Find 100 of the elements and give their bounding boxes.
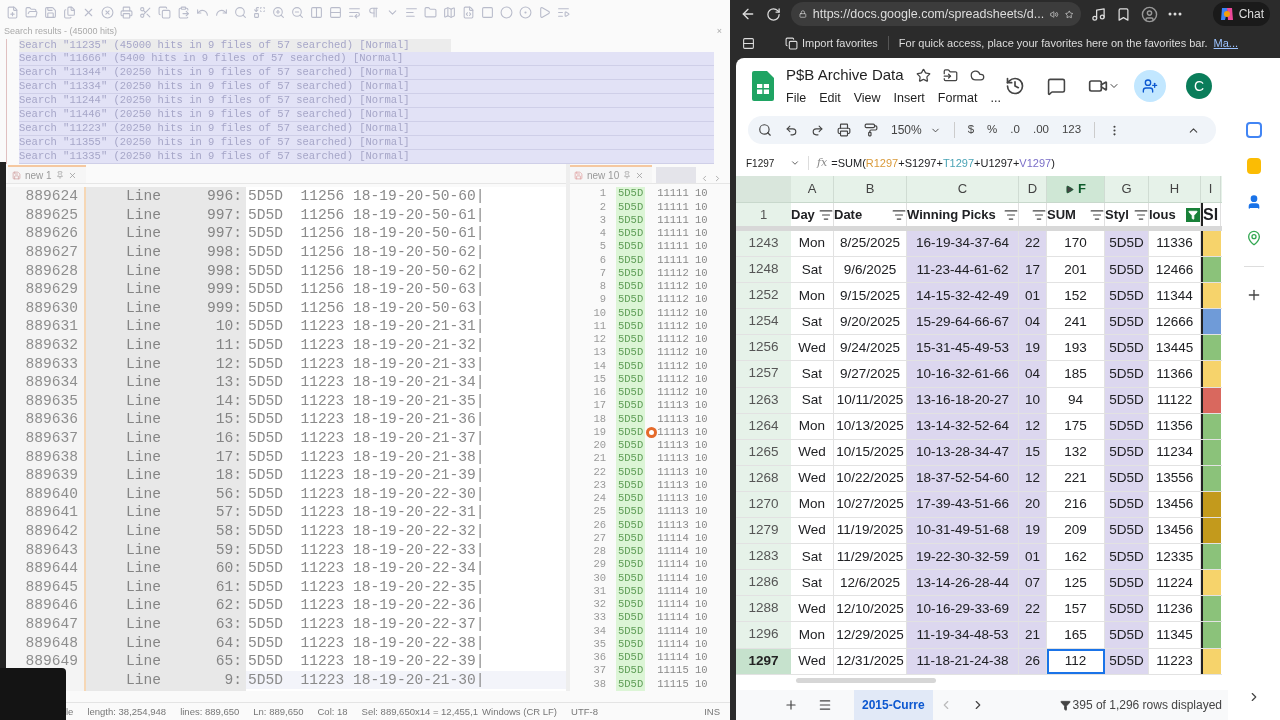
scroll-left-icon[interactable] bbox=[700, 174, 709, 184]
rows-displayed: 395 of 1,296 rows displayed bbox=[1072, 697, 1222, 714]
column-header[interactable]: A bbox=[791, 176, 834, 202]
calendar-icon[interactable] bbox=[1246, 122, 1262, 138]
menu-item[interactable]: Edit bbox=[819, 88, 841, 108]
format-button[interactable]: .00 bbox=[1032, 121, 1049, 139]
manage-link[interactable]: Ma... bbox=[1213, 34, 1239, 52]
table-row[interactable]: 1248 Sat 9/6/2025 11-23-44-61-62 17 201 5D5D 12466 bbox=[736, 257, 1222, 284]
spreadsheet-logo[interactable] bbox=[752, 71, 774, 101]
filter-icon[interactable] bbox=[819, 207, 833, 222]
status-text: Col: 18 bbox=[317, 704, 348, 719]
chat-button[interactable]: Chat bbox=[1212, 2, 1270, 26]
table-cell-text: Mon bbox=[798, 417, 826, 436]
sheet-tab[interactable]: 2015-Curre bbox=[854, 690, 933, 720]
line-ref: 999: bbox=[206, 280, 243, 299]
line-text: 5D5D 11223 18-19-20-22-31| bbox=[248, 504, 485, 521]
menu-item[interactable]: File bbox=[786, 88, 807, 108]
document-title[interactable]: P$B Archive Data bbox=[786, 64, 904, 87]
table-cell-text: 13556 bbox=[1155, 469, 1194, 488]
menu-item[interactable]: ... bbox=[990, 88, 1001, 108]
table-row[interactable]: 1254 Sat 9/20/2025 15-29-64-66-67 04 241 5D5D 12666 bbox=[736, 309, 1222, 336]
line-number: 889644 bbox=[24, 559, 78, 578]
function-label: fx bbox=[817, 154, 828, 171]
format-button[interactable]: % bbox=[987, 121, 998, 139]
table-row[interactable]: 1288 Wed 12/10/2025 10-16-29-33-69 22 157 5D5D 11236 bbox=[736, 596, 1222, 623]
line-label: Line bbox=[126, 261, 162, 281]
add-icon[interactable] bbox=[1246, 287, 1262, 303]
line-text: 11114 10 bbox=[657, 531, 708, 546]
table-cell-text: 12/10/2025 bbox=[836, 599, 904, 618]
table-cell-text: 5D5D bbox=[1109, 338, 1144, 357]
cell-reference[interactable]: F1297 bbox=[746, 155, 790, 171]
line-number: 29 bbox=[592, 558, 606, 572]
horizontal-scrollbar[interactable] bbox=[796, 678, 936, 684]
column-header[interactable]: G bbox=[1105, 176, 1149, 202]
line-label: Line bbox=[126, 317, 162, 337]
zoom-dropdown[interactable]: 150% bbox=[891, 121, 941, 139]
table-row[interactable]: 1252 Mon 9/15/2025 14-15-32-42-49 01 152 5D5D 11344 bbox=[736, 283, 1222, 310]
table-row[interactable]: 1286 Sat 12/6/2025 13-14-26-28-44 07 125 5D5D 11224 bbox=[736, 570, 1222, 597]
contacts-icon[interactable] bbox=[1246, 194, 1262, 210]
import-favorites-button[interactable]: Import favorites bbox=[785, 34, 878, 52]
table-cell-text: 9/27/2025 bbox=[839, 364, 901, 383]
table-row[interactable]: 1279 Wed 11/19/2025 10-31-49-51-68 19 209 5D5D 13456 bbox=[736, 518, 1222, 545]
line-text: 11111 10 bbox=[657, 253, 708, 267]
line-number: 19 bbox=[592, 425, 606, 440]
table-cell-text: 19 bbox=[1025, 338, 1040, 357]
keep-icon[interactable] bbox=[1247, 158, 1261, 174]
table-row[interactable]: 1265 Wed 10/15/2025 10-13-28-34-47 15 132 5D5D 11234 bbox=[736, 439, 1222, 466]
formula-text[interactable]: =SUM(R1297+S1297+T1297+U1297+V1297) bbox=[831, 154, 1055, 172]
menu-item[interactable]: View bbox=[853, 88, 881, 108]
menu-item[interactable]: Insert bbox=[893, 88, 925, 108]
line-label: Line bbox=[126, 447, 162, 467]
column-header[interactable]: C bbox=[907, 176, 1019, 202]
filter-icon[interactable] bbox=[1032, 207, 1046, 222]
line-label: Line bbox=[126, 540, 162, 560]
filter-icon[interactable] bbox=[1134, 207, 1148, 222]
menu-item[interactable]: Format bbox=[937, 88, 978, 108]
user-avatar[interactable]: C bbox=[1186, 73, 1212, 99]
table-cell-text: 175 bbox=[1064, 417, 1087, 436]
select-all-corner[interactable] bbox=[736, 176, 791, 202]
filter-icon[interactable] bbox=[1090, 207, 1104, 222]
table-row[interactable]: 1296 Mon 12/29/2025 11-19-34-48-53 21 165 5D5D 11345 bbox=[736, 622, 1222, 649]
more-icon[interactable] bbox=[1168, 12, 1182, 16]
line-text: 11112 10 bbox=[657, 359, 708, 373]
line-label: Line bbox=[126, 633, 162, 653]
column-header[interactable]: H bbox=[1149, 176, 1201, 202]
filter-icon[interactable] bbox=[1004, 207, 1018, 222]
table-row[interactable]: 1256 Wed 9/24/2025 15-31-45-49-53 19 193 5D5D 13445 bbox=[736, 335, 1222, 362]
header-cell-text: Date bbox=[834, 205, 863, 224]
line-text: 11113 10 bbox=[657, 425, 708, 440]
line-text: 5D5D 11223 18-19-20-22-33| bbox=[248, 541, 485, 558]
filter-icon[interactable] bbox=[892, 207, 906, 222]
share-button[interactable] bbox=[1134, 70, 1166, 102]
format-button[interactable]: .0 bbox=[1010, 121, 1020, 139]
row-number[interactable]: 1 bbox=[759, 204, 768, 225]
line-number: 28 bbox=[592, 545, 606, 559]
file-icon bbox=[574, 170, 583, 180]
maps-icon[interactable] bbox=[1246, 230, 1262, 246]
code-text: 5D5D bbox=[616, 280, 646, 294]
line-label: Line bbox=[126, 559, 162, 578]
table-row[interactable]: 1243 Mon 8/25/2025 16-19-34-37-64 22 170 5D5D 11336 bbox=[736, 231, 1222, 258]
table-row[interactable]: 1264 Mon 10/13/2025 13-14-32-52-64 12 175 5D5D 11356 bbox=[736, 413, 1222, 440]
line-text: 5D5D 11223 18-19-20-22-38| bbox=[248, 634, 485, 651]
table-row[interactable]: 1270 Mon 10/27/2025 17-39-43-51-66 20 216 5D5D 13456 bbox=[736, 491, 1222, 519]
table-cell-text: 10-16-32-61-66 bbox=[915, 364, 1010, 383]
filter-active-icon[interactable] bbox=[1186, 207, 1200, 222]
table-row[interactable]: 1263 Sat 10/11/2025 13-16-18-20-27 10 94 5D5D 11122 bbox=[736, 387, 1222, 414]
scroll-right-icon[interactable] bbox=[713, 174, 722, 184]
format-button[interactable]: 123 bbox=[1061, 121, 1082, 139]
table-row[interactable]: 1297 Wed 12/31/2025 11-18-21-24-38 26 112 5D5D 11223 bbox=[736, 648, 1222, 675]
address-bar[interactable]: https://docs.google.com/spreadsheets/d... bbox=[791, 2, 1081, 26]
table-row[interactable]: 1257 Sat 9/27/2025 10-16-32-61-66 04 185 5D5D 11366 bbox=[736, 361, 1222, 388]
column-header[interactable]: B bbox=[834, 176, 907, 202]
line-number: 889632 bbox=[24, 336, 78, 355]
table-row[interactable]: 1283 Sat 11/29/2025 19-22-30-32-59 01 162 5D5D 12335 bbox=[736, 544, 1222, 571]
line-ref: 57: bbox=[215, 503, 243, 522]
table-row[interactable]: 1268 Wed 10/22/2025 18-37-52-54-60 12 221 5D5D 13556 bbox=[736, 465, 1222, 492]
format-button[interactable]: $ bbox=[967, 121, 975, 139]
line-ref: 11: bbox=[215, 336, 243, 355]
column-header[interactable]: I bbox=[1201, 176, 1221, 202]
column-header[interactable]: F bbox=[1047, 176, 1105, 202]
